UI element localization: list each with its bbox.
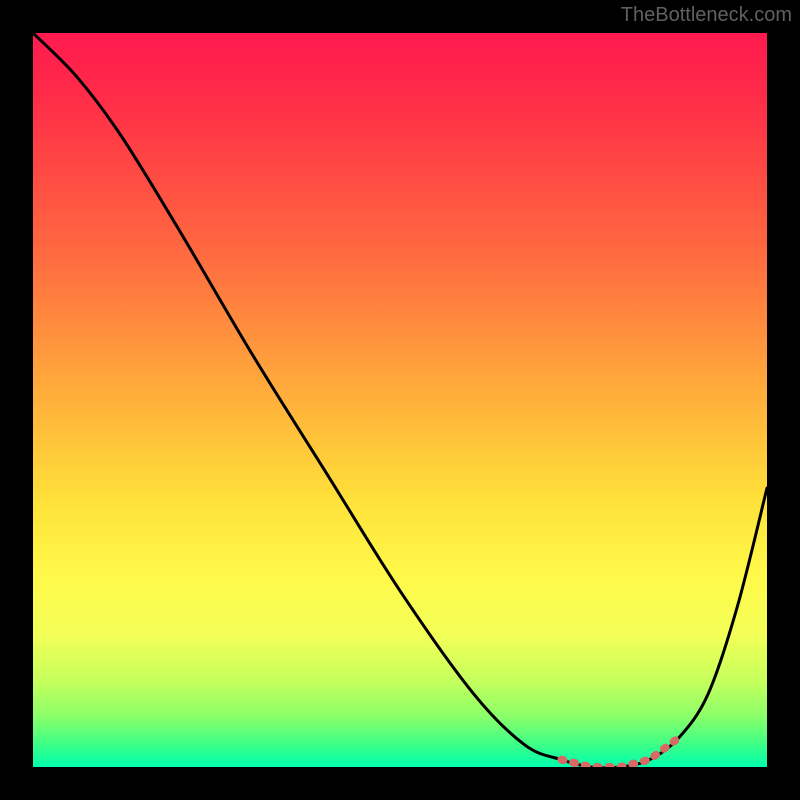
- bottleneck-curve: [33, 33, 767, 767]
- curve-svg: [33, 33, 767, 767]
- chart-frame: TheBottleneck.com: [0, 0, 800, 800]
- plot-area: [33, 33, 767, 767]
- watermark-text: TheBottleneck.com: [621, 4, 792, 27]
